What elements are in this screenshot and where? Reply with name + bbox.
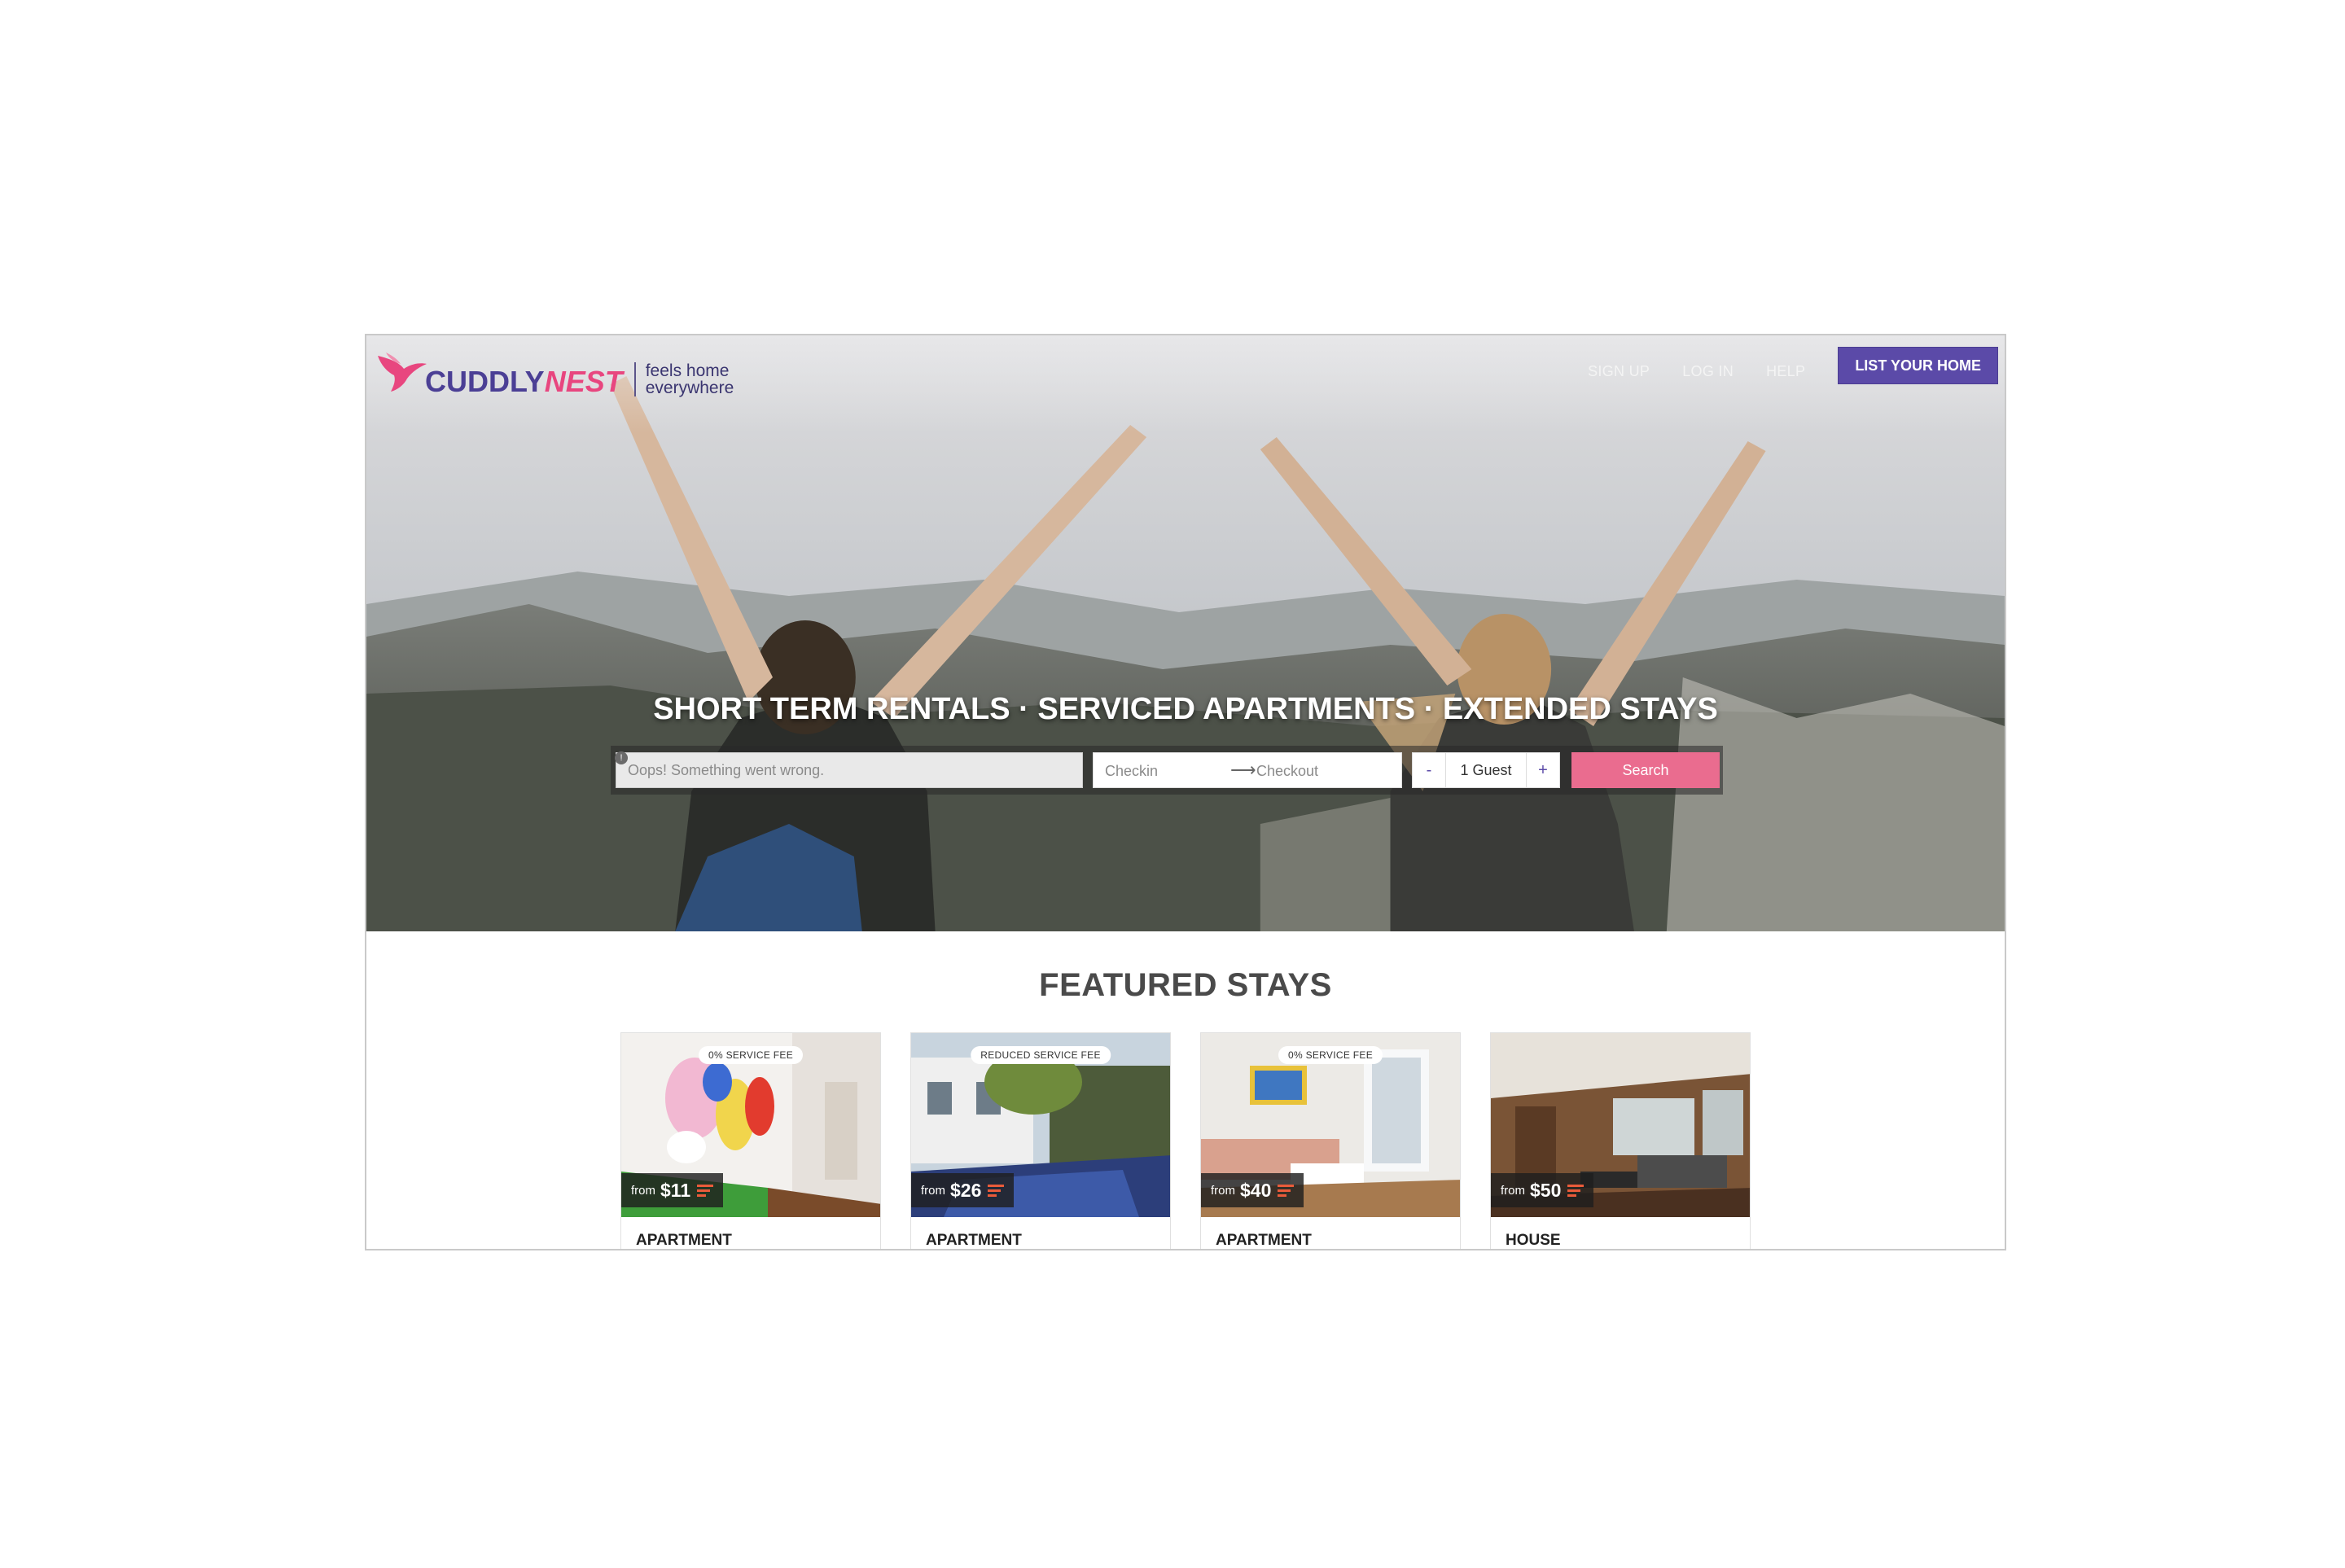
- listing-photo[interactable]: 0% SERVICE FEE from $40: [1201, 1033, 1460, 1217]
- error-icon: !: [615, 751, 628, 764]
- nav-log-in[interactable]: LOG IN: [1682, 363, 1734, 380]
- property-type: APARTMENT: [926, 1232, 1022, 1249]
- service-fee-badge: REDUCED SERVICE FEE: [971, 1046, 1111, 1064]
- listing-photo[interactable]: 0% SERVICE FEE from $11: [621, 1033, 880, 1217]
- checkin-field[interactable]: Checkin: [1105, 763, 1158, 780]
- search-button[interactable]: Search: [1571, 752, 1720, 788]
- guests-value: 1 Guest: [1460, 762, 1512, 778]
- guests-stepper: - 1 Guest +: [1412, 752, 1560, 788]
- property-type: HOUSE: [1506, 1232, 1561, 1249]
- browser-viewport: CUDDLYNEST feels home everywhere SIGN UP…: [365, 334, 2006, 1250]
- price-tag: from $26: [911, 1173, 1015, 1207]
- bird-logo-icon: [378, 353, 427, 392]
- price-bars-icon: [1567, 1182, 1585, 1199]
- hero-headline: SHORT TERM RENTALS · SERVICED APARTMENTS…: [653, 692, 1718, 726]
- date-range-picker[interactable]: Checkin ⟶ Checkout: [1093, 752, 1402, 788]
- price-tag: from $40: [1201, 1173, 1304, 1207]
- nav-help[interactable]: HELP: [1766, 363, 1805, 380]
- service-fee-badge: 0% SERVICE FEE: [698, 1046, 804, 1064]
- price-from-label: from: [1211, 1183, 1235, 1198]
- listing-card[interactable]: REDUCED SERVICE FEE from $26 APARTMENT: [910, 1032, 1171, 1249]
- price-bars-icon: [988, 1182, 1005, 1199]
- listing-card[interactable]: from $50 HOUSE: [1490, 1032, 1751, 1249]
- list-your-home-button[interactable]: LIST YOUR HOME: [1838, 347, 1998, 384]
- price-tag: from $50: [1491, 1173, 1594, 1207]
- guests-increment-button[interactable]: +: [1526, 753, 1559, 787]
- price-from-label: from: [631, 1183, 655, 1198]
- location-placeholder: Oops! Something went wrong.: [628, 762, 825, 778]
- hero-section: CUDDLYNEST feels home everywhere SIGN UP…: [366, 335, 2005, 931]
- price-from-label: from: [921, 1183, 945, 1198]
- price-tag: from $11: [621, 1173, 724, 1207]
- search-bar: ! Oops! Something went wrong. Checkin ⟶ …: [611, 746, 1723, 795]
- logo-tagline: feels home everywhere: [633, 361, 734, 397]
- price-amount: $11: [660, 1179, 691, 1201]
- arrow-right-icon: ⟶: [1230, 760, 1256, 780]
- property-type: APARTMENT: [636, 1232, 732, 1249]
- price-amount: $26: [950, 1179, 982, 1201]
- price-amount: $50: [1530, 1179, 1562, 1201]
- site-logo[interactable]: CUDDLYNEST feels home everywhere: [375, 342, 734, 399]
- logo-wordmark: CUDDLYNEST: [425, 365, 623, 399]
- nav-sign-up[interactable]: SIGN UP: [1588, 363, 1650, 380]
- property-type: APARTMENT: [1216, 1232, 1312, 1249]
- price-bars-icon: [697, 1182, 714, 1199]
- top-header: CUDDLYNEST feels home everywhere SIGN UP…: [366, 335, 2005, 433]
- price-bars-icon: [1278, 1182, 1295, 1199]
- tagline-line1: feels home: [645, 361, 730, 380]
- service-fee-badge: 0% SERVICE FEE: [1278, 1046, 1383, 1064]
- location-input[interactable]: ! Oops! Something went wrong.: [615, 751, 1083, 788]
- featured-cards: 0% SERVICE FEE from $11 APARTMENT REDUCE…: [620, 1032, 1751, 1249]
- top-nav: SIGN UP LOG IN HELP LIST YOUR HOME: [1588, 347, 1998, 384]
- checkout-field[interactable]: Checkout: [1256, 763, 1318, 780]
- price-amount: $40: [1240, 1179, 1272, 1201]
- price-from-label: from: [1501, 1183, 1525, 1198]
- listing-photo[interactable]: from $50: [1491, 1033, 1750, 1217]
- listing-photo[interactable]: REDUCED SERVICE FEE from $26: [911, 1033, 1170, 1217]
- logo-word-part2: NEST: [544, 365, 623, 398]
- logo-word-part1: CUDDLY: [425, 365, 545, 398]
- listing-card[interactable]: 0% SERVICE FEE from $11 APARTMENT: [620, 1032, 881, 1249]
- tagline-line2: everywhere: [645, 379, 734, 397]
- guests-decrement-button[interactable]: -: [1413, 753, 1446, 787]
- featured-stays-title: FEATURED STAYS: [1039, 967, 1332, 1003]
- listing-card[interactable]: 0% SERVICE FEE from $40 APARTMENT: [1200, 1032, 1461, 1249]
